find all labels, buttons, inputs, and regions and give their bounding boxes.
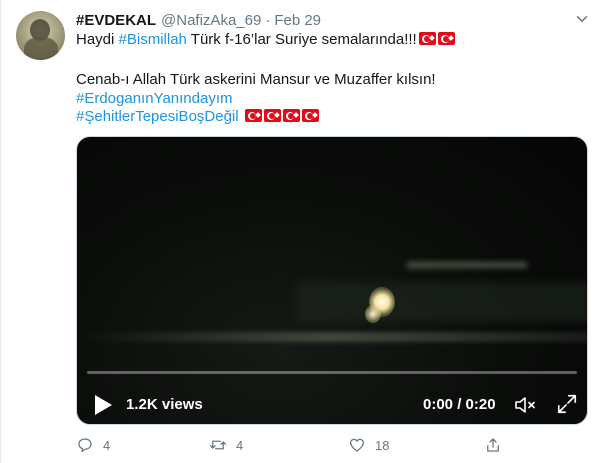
- reply-count: 4: [103, 437, 111, 453]
- view-count: 1.2K views: [126, 396, 203, 413]
- fullscreen-icon[interactable]: [556, 393, 578, 415]
- video-player[interactable]: 1.2K views 0:00 / 0:20: [76, 136, 588, 425]
- retweet-icon: [209, 440, 227, 450]
- turkey-flag-icon: [244, 109, 262, 122]
- tweet-actions: 4 4 18: [76, 434, 588, 456]
- chevron-down-icon[interactable]: [573, 10, 591, 28]
- turkey-flag-icon: [301, 109, 319, 122]
- volume-muted-icon[interactable]: [513, 393, 537, 417]
- share-button[interactable]: [484, 434, 502, 456]
- hashtag-erdogan[interactable]: #ErdoganınYanındayım: [76, 90, 233, 107]
- separator: ·: [265, 11, 271, 29]
- tweet-text-line-1: Haydi #Bismillah Türk f-16’lar Suriye se…: [76, 30, 455, 50]
- turkey-flag-icon: [418, 32, 436, 45]
- avatar[interactable]: [16, 11, 65, 60]
- turkey-flag-icon: [437, 32, 455, 45]
- hashtag-sehitler[interactable]: #ŞehitlerTepesiBoşDeğil: [76, 108, 239, 125]
- tweet-text-suffix: Türk f-16’lar Suriye semalarında!!!: [186, 31, 417, 48]
- retweet-button[interactable]: 4: [209, 434, 243, 456]
- video-light-flare: [365, 305, 381, 323]
- video-frame-shape: [407, 262, 527, 268]
- share-icon: [487, 438, 499, 452]
- reply-button[interactable]: 4: [76, 434, 110, 456]
- like-icon: [349, 438, 365, 452]
- reply-icon: [78, 438, 92, 453]
- video-progress-bar[interactable]: [87, 371, 577, 374]
- retweet-count: 4: [236, 437, 244, 453]
- user-handle[interactable]: @NafizAka_69: [161, 12, 261, 29]
- tweet-text-line-3: #ErdoganınYanındayım: [76, 89, 233, 109]
- video-time: 0:00 / 0:20: [423, 396, 496, 413]
- play-icon[interactable]: [93, 394, 113, 416]
- tweet-header: #EVDEKAL @NafizAka_69 · Feb 29: [76, 10, 321, 30]
- tweet-text-prefix: Haydi: [76, 31, 119, 48]
- video-frame-shape: [77, 332, 587, 342]
- turkey-flag-icon: [282, 109, 300, 122]
- video-frame-shape: [297, 282, 587, 322]
- tweet-date[interactable]: Feb 29: [274, 12, 321, 29]
- display-name[interactable]: #EVDEKAL: [76, 12, 156, 29]
- like-count: 18: [375, 437, 390, 453]
- tweet-card[interactable]: #EVDEKAL @NafizAka_69 · Feb 29 Haydi #Bi…: [0, 0, 603, 463]
- tweet-text-line-2: Cenab-ı Allah Türk askerini Mansur ve Mu…: [76, 71, 436, 88]
- hashtag-bismillah[interactable]: #Bismillah: [119, 31, 187, 48]
- turkey-flag-icon: [263, 109, 281, 122]
- tweet-text-line-4: #ŞehitlerTepesiBoşDeğil: [76, 107, 319, 127]
- like-button[interactable]: 18: [348, 434, 389, 456]
